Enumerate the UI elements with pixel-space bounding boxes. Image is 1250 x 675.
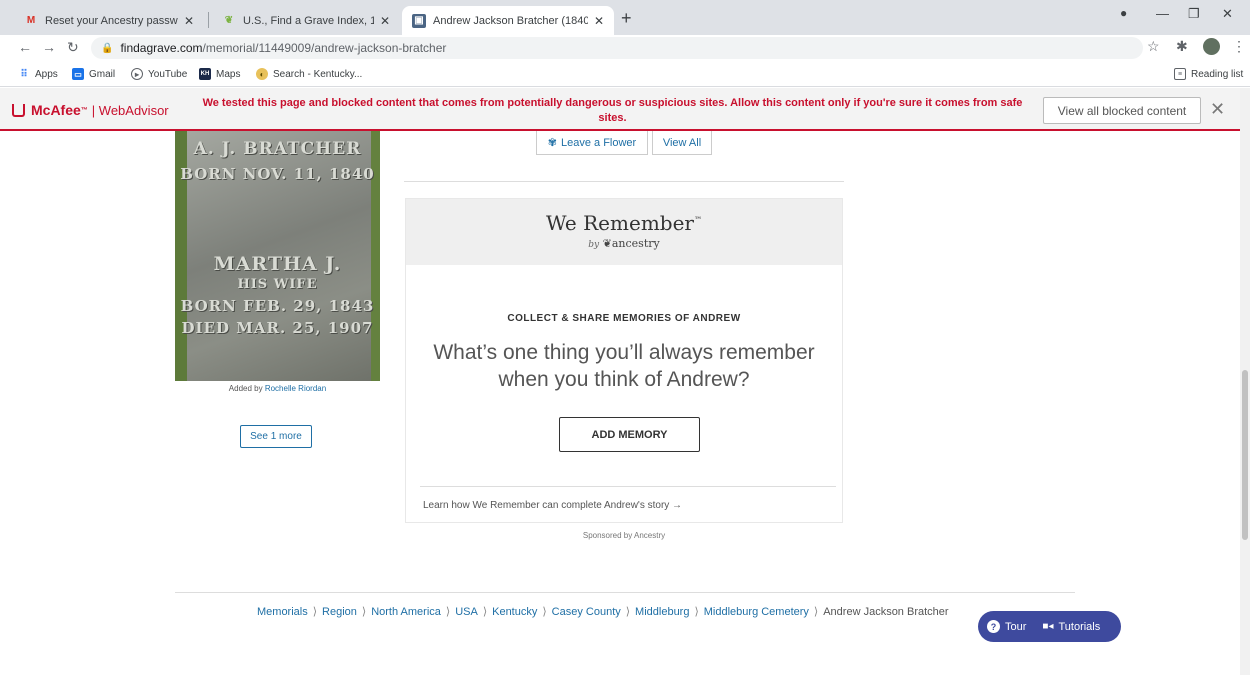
help-pill: ? Tour ■◂ Tutorials: [978, 611, 1121, 642]
video-camera-icon: ■◂: [1042, 621, 1054, 632]
breadcrumb-middleburg[interactable]: Middleburg: [635, 606, 689, 618]
photo-credit: Added by Rochelle Riordan: [228, 384, 327, 393]
headstone-photo[interactable]: A. J. BRATCHER BORN NOV. 11, 1840 MARTHA…: [175, 131, 380, 381]
tab-strip: M Reset your Ancestry password - ✕ ❦ U.S…: [0, 0, 1250, 35]
divider: [175, 592, 1075, 593]
gmail-favicon-icon: M: [26, 15, 36, 26]
we-remember-question: What’s one thing you’ll always remember …: [433, 341, 815, 391]
tour-button[interactable]: Tour: [1005, 621, 1026, 633]
kentucky-seal-icon: ◐: [256, 68, 268, 80]
bookmark-search-kentucky[interactable]: ◐ Search - Kentucky...: [256, 68, 362, 80]
address-bar[interactable]: 🔒 findagrave.com/memorial/11449009/andre…: [91, 37, 1143, 59]
url-path: /memorial/11449009/andrew-jackson-bratch…: [202, 41, 447, 55]
lock-icon: 🔒: [101, 42, 114, 54]
leave-a-flower-button[interactable]: ✾ Leave a Flower: [536, 131, 648, 155]
view-all-blocked-content-button[interactable]: View all blocked content: [1043, 97, 1201, 124]
see-more-photos-button[interactable]: See 1 more: [240, 425, 312, 448]
bookmark-apps[interactable]: ⠿ Apps: [18, 68, 57, 80]
close-tab-icon[interactable]: ✕: [594, 14, 604, 28]
divider: [404, 181, 844, 182]
we-remember-header: We Remember™ by ❦ancestry: [406, 199, 842, 265]
window-close-icon[interactable]: ✕: [1222, 6, 1233, 22]
reading-list-icon: ≡: [1174, 68, 1186, 80]
youtube-icon: ▸: [131, 68, 143, 80]
flower-icon: ✾: [547, 137, 557, 149]
scrollbar-thumb[interactable]: [1242, 370, 1248, 540]
browser-toolbar: ← → ↻ 🔒 findagrave.com/memorial/11449009…: [0, 35, 1250, 61]
close-icon[interactable]: ✕: [1210, 99, 1225, 120]
findagrave-favicon-icon: ▣: [412, 13, 426, 28]
bookmark-gmail[interactable]: ▭ Gmail: [72, 68, 115, 80]
extensions-puzzle-icon[interactable]: ✱: [1176, 38, 1188, 55]
back-arrow-icon[interactable]: ←: [18, 39, 32, 55]
tab-divider: [208, 12, 209, 28]
breadcrumb-casey-county[interactable]: Casey County: [552, 606, 621, 618]
profile-avatar[interactable]: [1203, 38, 1220, 55]
breadcrumb-north-america[interactable]: North America: [371, 606, 441, 618]
learn-more-link[interactable]: Learn how We Remember can complete Andre…: [423, 500, 682, 511]
apps-grid-icon: ⠿: [20, 68, 28, 80]
forward-arrow-icon[interactable]: →: [42, 39, 56, 55]
breadcrumb-usa[interactable]: USA: [455, 606, 478, 618]
close-tab-icon[interactable]: ✕: [184, 14, 194, 28]
tab-find-a-grave-index[interactable]: ❦ U.S., Find a Grave Index, 1600s-C ✕: [212, 6, 400, 35]
breadcrumb-kentucky[interactable]: Kentucky: [492, 606, 537, 618]
mcafee-logo: McAfee ™ | WebAdvisor: [12, 102, 169, 118]
profile-circle-icon[interactable]: ●: [1120, 6, 1127, 20]
mcafee-message: We tested this page and blocked content …: [202, 97, 1023, 124]
contributor-link[interactable]: Rochelle Riordan: [265, 384, 326, 393]
reading-list[interactable]: ≡ Reading list: [1174, 68, 1243, 80]
we-remember-kicker: COLLECT & SHARE MEMORIES OF ANDREW: [507, 313, 741, 324]
we-remember-logo: We Remember™: [546, 211, 702, 235]
breadcrumb-region[interactable]: Region: [322, 606, 357, 618]
tab-andrew-jackson-bratcher[interactable]: ▣ Andrew Jackson Bratcher (1840-1 ✕: [402, 6, 614, 35]
ancestry-leaf-icon: ❦: [224, 15, 234, 26]
breadcrumb-middleburg-cemetery[interactable]: Middleburg Cemetery: [704, 606, 809, 618]
page-content: A. J. BRATCHER BORN NOV. 11, 1840 MARTHA…: [0, 131, 1240, 675]
tutorials-button[interactable]: Tutorials: [1058, 621, 1100, 633]
bookmark-youtube[interactable]: ▸ YouTube: [131, 68, 187, 80]
breadcrumb: Memorials ⟩ Region ⟩ North America ⟩ USA ⟩ Kentu…: [257, 606, 949, 618]
maps-icon: KH: [199, 68, 211, 80]
question-icon: ?: [987, 620, 1000, 633]
bookmark-maps[interactable]: KH Maps: [199, 68, 240, 80]
we-remember-card: We Remember™ by ❦ancestry COLLECT & SHAR…: [405, 198, 843, 523]
tab-ancestry-password[interactable]: M Reset your Ancestry password - ✕: [14, 6, 204, 35]
reload-icon[interactable]: ↻: [67, 39, 79, 56]
add-memory-button[interactable]: ADD MEMORY: [559, 417, 700, 452]
mcafee-warning-bar: McAfee ™ | WebAdvisor We tested this page…: [0, 88, 1250, 131]
divider: [420, 486, 836, 487]
minimize-icon[interactable]: —: [1156, 6, 1169, 21]
ancestry-byline: by ❦ancestry: [588, 237, 660, 250]
url-domain: findagrave.com: [120, 41, 203, 55]
breadcrumb-current: Andrew Jackson Bratcher: [823, 606, 949, 618]
view-all-flowers-button[interactable]: View All: [652, 131, 712, 155]
gmail-icon: ▭: [72, 68, 84, 80]
close-tab-icon[interactable]: ✕: [380, 14, 390, 28]
breadcrumb-memorials[interactable]: Memorials: [257, 606, 308, 618]
mcafee-shield-icon: [12, 103, 25, 117]
ancestry-leaf-icon: ❦: [602, 237, 612, 250]
bookmark-star-icon[interactable]: ☆: [1147, 38, 1160, 55]
restore-icon[interactable]: ❐: [1188, 6, 1200, 22]
new-tab-button[interactable]: +: [621, 8, 632, 29]
menu-kebab-icon[interactable]: ⋮: [1232, 38, 1246, 55]
bookmarks-bar: ⠿ Apps ▭ Gmail ▸ YouTube KH Maps ◐ Searc…: [0, 61, 1250, 87]
sponsored-label: Sponsored by Ancestry: [582, 531, 666, 540]
